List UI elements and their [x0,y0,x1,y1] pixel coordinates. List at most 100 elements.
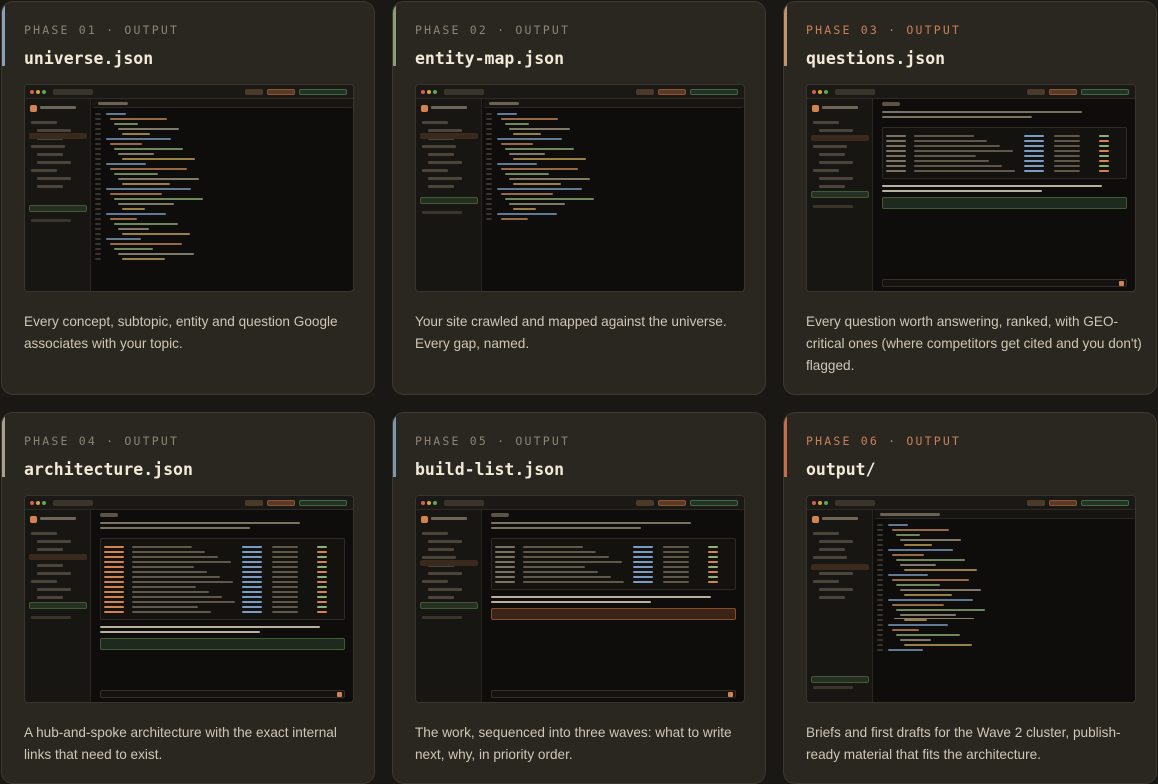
thumbnail-line-number [877,639,883,642]
thumbnail-code-line [896,609,985,612]
thumbnail-code-line [501,118,558,121]
thumbnail-text-line [100,522,300,524]
thumbnail-table-cell [1024,140,1044,142]
thumbnail-table-cell [495,581,515,583]
thumbnail-table-cell [317,601,327,603]
thumbnail-table-cell [242,611,262,613]
thumbnail-tab [880,513,940,516]
thumbnail-code-line [888,524,908,527]
thumbnail-logo [30,105,37,112]
thumbnail-table-cell [132,561,231,563]
thumbnail-line-number [877,649,883,652]
thumbnail-code-line [114,123,138,126]
thumbnail-selected-item [29,133,87,139]
phase-card-03[interactable]: PHASE 03 · OUTPUT questions.json Every q… [783,1,1157,395]
send-icon [1119,281,1124,286]
thumbnail-code-line [114,248,153,251]
thumbnail-titlebar [807,496,1135,510]
thumbnail-code-line [904,594,952,597]
thumbnail-table-cell [317,591,327,593]
thumbnail-sidebar [807,99,873,291]
thumbnail-sidebar-row [37,588,71,591]
thumbnail-code-line [904,544,932,547]
thumbnail-table-cell [914,170,1015,172]
thumbnail-line-number [877,634,883,637]
thumbnail-table-cell [663,566,689,568]
thumbnail-sidebar-row [37,185,63,188]
thumbnail-table-cell [914,160,989,162]
thumbnail-table-cell [317,611,327,613]
thumbnail-line-number [877,609,883,612]
thumbnail-table-cell [272,576,298,578]
thumbnail-sidebar-title [40,517,76,520]
thumbnail-table-cell [242,596,262,598]
phase-card-01[interactable]: PHASE 01 · OUTPUT universe.json Every co… [1,1,375,395]
thumbnail-app-name [444,89,484,95]
thumbnail-code-line [497,188,582,191]
thumbnail-code-line [118,128,179,131]
thumbnail-table-cell [272,566,298,568]
thumbnail-sidebar [416,99,482,291]
card-accent-bar [393,2,396,66]
thumbnail-code-line [118,178,199,181]
thumbnail-line-number [486,168,492,171]
thumbnail-table-cell [1054,150,1080,152]
thumbnail-table-cell [272,591,298,593]
phase-card-04[interactable]: PHASE 04 · OUTPUT architecture.json A hu… [1,412,375,784]
phase-label: PHASE 01 · OUTPUT [24,23,180,37]
thumbnail-app-name [53,500,93,506]
thumbnail-sidebar-title [822,106,858,109]
thumbnail-app-name [835,89,875,95]
thumbnail-table-cell [914,165,1002,167]
thumbnail-code-line [904,619,927,622]
thumbnail-pill [636,500,654,506]
thumbnail-titlebar [416,85,744,99]
thumbnail-table-cell [104,586,124,588]
thumbnail-text-line [491,527,641,529]
thumbnail-sidebar-row [422,556,456,559]
app-screenshot-thumbnail [24,84,354,292]
phase-card-02[interactable]: PHASE 02 · OUTPUT entity-map.json Your s… [392,1,766,395]
phase-card-06[interactable]: PHASE 06 · OUTPUT output/ Briefs and fir… [783,412,1157,784]
thumbnail-code-line [114,148,183,151]
thumbnail-table-cell [317,551,327,553]
thumbnail-line-number [95,173,101,176]
card-description: The work, sequenced into three waves: wh… [415,725,732,762]
thumbnail-table-cell [1024,145,1044,147]
phase-card-05[interactable]: PHASE 05 · OUTPUT build-list.json The wo… [392,412,766,784]
thumbnail-text-line [882,116,1032,118]
thumbnail-table-cell [1099,150,1109,152]
thumbnail-pill [1081,89,1129,95]
thumbnail-pill [636,89,654,95]
thumbnail-code-line [896,634,960,637]
thumbnail-line-number [95,123,101,126]
thumbnail-pill [690,500,738,506]
thumbnail-code-line [904,569,977,572]
thumbnail-line-number [877,569,883,572]
card-accent-bar [2,2,5,66]
thumbnail-table-cell [272,586,298,588]
thumbnail-sidebar-row [428,161,462,164]
thumbnail-table-cell [242,566,262,568]
thumbnail-code-line [888,649,923,652]
thumbnail-status-chip [811,676,869,683]
output-filename: architecture.json [24,460,193,479]
thumbnail-sidebar-row [37,129,71,132]
thumbnail-pill [267,89,295,95]
thumbnail-table-cell [886,165,906,167]
thumbnail-table-cell [708,566,718,568]
thumbnail-line-number [486,138,492,141]
thumbnail-table-cell [317,561,327,563]
thumbnail-code-line [888,624,948,627]
thumbnail-code-line [888,549,953,552]
thumbnail-table-cell [886,150,906,152]
thumbnail-table-cell [272,581,298,583]
thumbnail-line-number [95,183,101,186]
thumbnail-table-cell [317,606,327,608]
thumbnail-line-number [877,584,883,587]
card-accent-bar [2,413,5,477]
thumbnail-table-cell [104,566,124,568]
thumbnail-line-number [486,208,492,211]
thumbnail-line-number [95,198,101,201]
thumbnail-table-cell [663,546,689,548]
